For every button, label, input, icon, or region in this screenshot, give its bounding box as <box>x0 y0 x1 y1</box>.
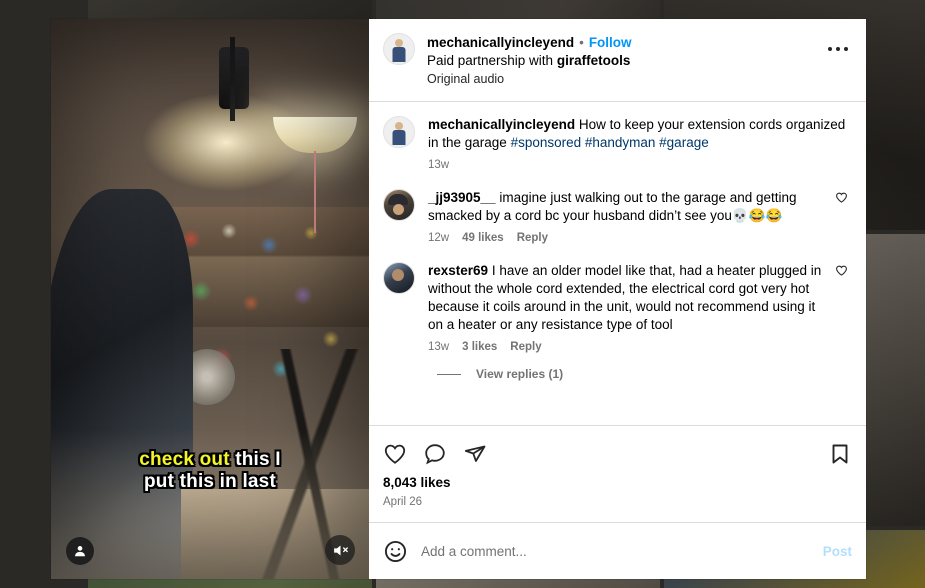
caption-hashtags[interactable]: #sponsored #handyman #garage <box>511 135 709 150</box>
comment-reply-button[interactable]: Reply <box>510 341 541 353</box>
audio-label[interactable]: Original audio <box>427 71 824 88</box>
comments-list[interactable]: mechanicallyincleyend How to keep your e… <box>369 102 866 425</box>
view-replies-button[interactable]: View replies (1) <box>437 367 852 381</box>
comment-username[interactable]: _jj93905__ <box>428 190 496 205</box>
more-dot <box>844 47 848 51</box>
post-comment-button[interactable]: Post <box>823 544 852 559</box>
commenter-avatar[interactable] <box>383 262 415 294</box>
share-paper-plane-icon[interactable] <box>463 442 487 466</box>
separator-dot: • <box>579 35 584 50</box>
heart-outline-icon[interactable] <box>830 262 852 277</box>
author-avatar[interactable] <box>383 116 415 148</box>
bookmark-outline-icon[interactable] <box>828 442 852 466</box>
post-date: April 26 <box>383 496 422 508</box>
person-icon[interactable] <box>66 537 94 565</box>
follow-button[interactable]: Follow <box>589 35 632 50</box>
more-dot <box>836 47 840 51</box>
paid-partnership-prefix: Paid partnership with <box>427 53 557 68</box>
caption-body: mechanicallyincleyend How to keep your e… <box>428 116 852 171</box>
comment-likes-count[interactable]: 3 likes <box>462 341 497 353</box>
muted-speaker-icon[interactable] <box>325 535 355 565</box>
more-options-icon[interactable] <box>824 35 852 63</box>
comment-reply-button[interactable]: Reply <box>517 232 548 244</box>
post-caption: mechanicallyincleyend How to keep your e… <box>383 116 852 171</box>
comment-username[interactable]: rexster69 <box>428 263 488 278</box>
comment-timestamp: 13w <box>428 341 450 353</box>
caption-username[interactable]: mechanicallyincleyend <box>428 117 575 132</box>
heart-outline-icon[interactable] <box>830 189 852 204</box>
emoji-smiley-icon[interactable] <box>383 539 408 564</box>
commenter-avatar[interactable] <box>383 189 415 221</box>
post-header: mechanicallyincleyend • Follow Paid partne… <box>369 19 866 101</box>
view-replies-label: View replies (1) <box>476 367 564 381</box>
post-header-text: mechanicallyincleyend • Follow Paid partne… <box>427 33 824 88</box>
author-username[interactable]: mechanicallyincleyend <box>427 35 574 50</box>
author-avatar[interactable] <box>383 33 415 65</box>
post-info-panel: mechanicallyincleyend • Follow Paid partne… <box>369 19 866 579</box>
caption-timestamp: 13w <box>428 159 450 171</box>
add-comment-input[interactable] <box>421 543 823 559</box>
paid-partnership-label: Paid partnership with giraffetools <box>427 52 824 70</box>
comment-item: _jj93905__ imagine just walking out to t… <box>383 189 852 244</box>
post-modal: check out this I put this in last mechan… <box>51 19 866 579</box>
comment-timestamp: 12w <box>428 232 450 244</box>
comment-bubble-icon[interactable] <box>423 442 447 466</box>
post-video[interactable]: check out this I put this in last <box>51 19 369 579</box>
post-actions: 8,043 likes April 26 <box>369 426 866 522</box>
heart-outline-icon[interactable] <box>383 442 407 466</box>
video-vignette <box>51 19 369 579</box>
more-dot <box>828 47 832 51</box>
add-comment-bar: Post <box>369 523 866 579</box>
paid-partnership-brand[interactable]: giraffetools <box>557 53 631 68</box>
comment-body: rexster69 I have an older model like tha… <box>428 262 830 353</box>
comment-item: rexster69 I have an older model like tha… <box>383 262 852 353</box>
comment-body: _jj93905__ imagine just walking out to t… <box>428 189 830 244</box>
comment-likes-count[interactable]: 49 likes <box>462 232 504 244</box>
replies-line <box>437 373 461 375</box>
likes-count[interactable]: 8,043 likes <box>383 475 852 490</box>
